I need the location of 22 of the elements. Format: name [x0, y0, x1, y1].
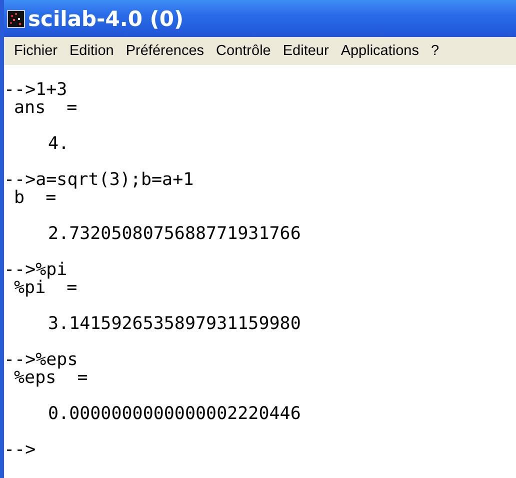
- console-command: -->%eps: [4, 351, 78, 369]
- console-value: 0.0000000000000002220446: [47, 405, 301, 423]
- menu-item[interactable]: Editeur: [276, 43, 335, 59]
- console-variable: b =: [14, 189, 56, 207]
- console-value: 3.1415926535897931159980: [47, 315, 301, 333]
- console-value: 2.7320508075688771931766: [47, 225, 301, 243]
- console-command: -->a=sqrt(3);b=a+1: [4, 171, 194, 189]
- menu-item[interactable]: Fichier: [8, 43, 64, 59]
- console-variable: %eps =: [14, 369, 88, 387]
- window-title: scilab-4.0 (0): [28, 6, 184, 30]
- console-value: 4.: [47, 135, 70, 153]
- app-icon: [7, 10, 25, 28]
- console-variable: ans =: [13, 99, 78, 117]
- menu-item[interactable]: Applications: [334, 43, 425, 59]
- console-prompt: -->: [4, 441, 36, 459]
- menu-item[interactable]: Edition: [64, 43, 120, 59]
- console-variable: %pi =: [14, 279, 78, 297]
- menu-item[interactable]: Contrôle: [210, 43, 277, 59]
- console-command: -->%pi: [4, 261, 68, 279]
- menu-item[interactable]: ?: [425, 43, 446, 59]
- console-command: -->1+3: [4, 81, 68, 99]
- menu-item[interactable]: Préférences: [120, 43, 210, 59]
